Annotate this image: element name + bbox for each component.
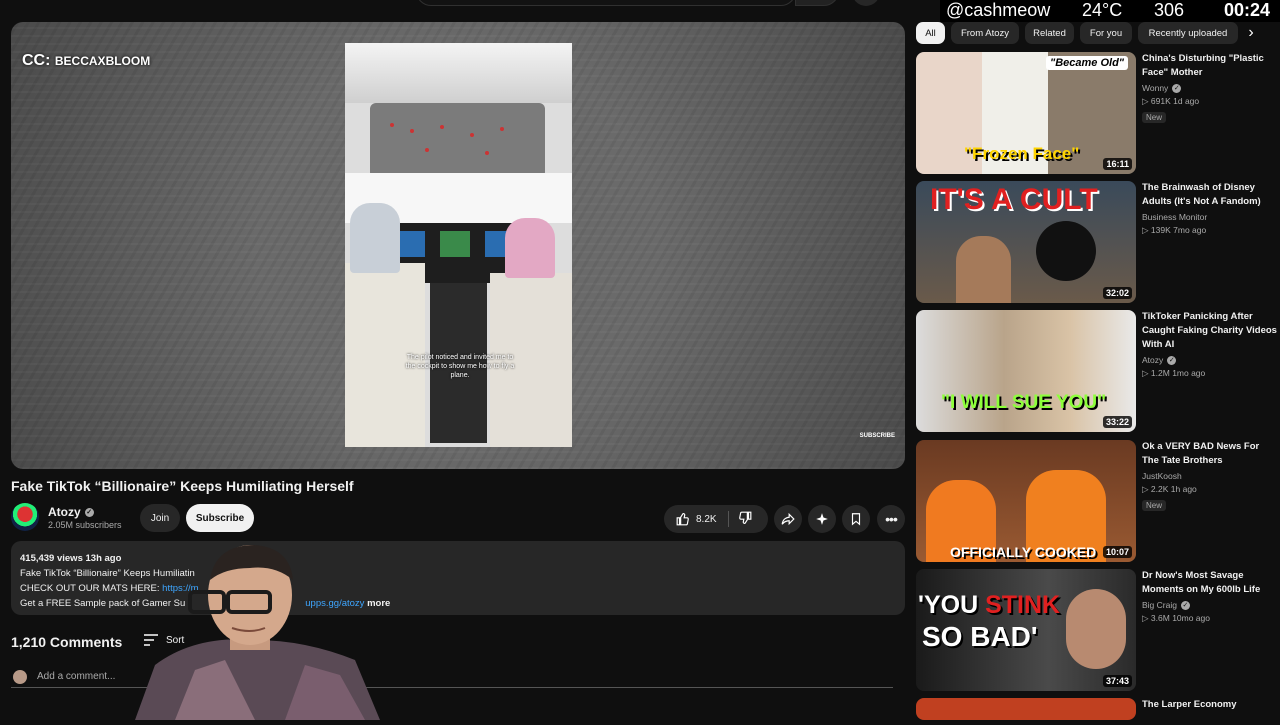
new-badge: New [1142, 112, 1167, 124]
recommendation-channel[interactable]: Big Craig ✓ [1142, 600, 1277, 611]
verified-icon: ✓ [1180, 601, 1190, 611]
recommendation-meta: ▷ 3.6M 10mo ago [1142, 613, 1210, 624]
search-button[interactable] [795, 0, 839, 6]
overlay-count: 306 [1154, 0, 1185, 20]
more-actions-button[interactable]: ••• [877, 505, 905, 533]
video-thumbnail[interactable]: "Became Old" "Frozen Face" 16:11 [916, 52, 1136, 174]
save-button[interactable] [842, 505, 870, 533]
recommendation-meta: ▷ 139K 7mo ago [1142, 225, 1207, 235]
recommendation-title[interactable]: Dr Now's Most Savage Moments on My 600lb… [1142, 569, 1277, 597]
masthead [0, 0, 910, 10]
subscribe-button[interactable]: Subscribe [186, 504, 254, 532]
thumbs-down-icon [739, 511, 752, 524]
recommendation-title[interactable]: The Brainwash of Disney Adults (It's Not… [1142, 181, 1277, 209]
channel-name[interactable]: Atozy ✓ [48, 505, 94, 519]
chevron-right-icon[interactable]: › [1244, 22, 1258, 44]
share-icon [781, 512, 795, 526]
video-thumbnail[interactable] [916, 698, 1136, 720]
recommendation-meta: ▷ 2.2K 1h ago [1142, 484, 1197, 494]
verified-icon: ✓ [1172, 84, 1182, 94]
recommendation-item[interactable]: "Became Old" "Frozen Face" 16:11 China's… [916, 52, 1280, 174]
chip-from-atozy[interactable]: From Atozy [951, 22, 1019, 44]
recommendation-item[interactable]: "I WILL SUE YOU" 33:22 TikToker Panickin… [916, 310, 1280, 432]
recommendation-item[interactable]: 'YOU STINK SO BAD' 37:43 Dr Now's Most S… [916, 569, 1280, 691]
recommendation-title[interactable]: China's Disturbing "Plastic Face" Mother [1142, 52, 1277, 80]
duration-badge: 10:07 [1102, 546, 1132, 558]
recommendation-channel[interactable]: Business Monitor [1142, 212, 1277, 222]
recommendation-channel[interactable]: Atozy ✓ [1142, 355, 1277, 366]
chip-for-you[interactable]: For you [1080, 22, 1132, 44]
overlay-time: 00:24 [1224, 0, 1271, 20]
chip-related[interactable]: Related [1025, 22, 1074, 44]
comments-count: 1,210 Comments [11, 634, 123, 650]
search-input[interactable] [416, 0, 796, 6]
video-thumbnail[interactable]: "I WILL SUE YOU" 33:22 [916, 310, 1136, 432]
join-button[interactable]: Join [140, 504, 180, 532]
video-thumbnail[interactable]: OFFICIALLY COOKED 10:07 [916, 440, 1136, 562]
new-badge: New [1142, 500, 1167, 511]
duration-badge: 33:22 [1102, 416, 1132, 428]
verified-icon: ✓ [84, 508, 94, 518]
duration-badge: 37:43 [1102, 675, 1132, 687]
subscriber-count: 2.05M subscribers [48, 520, 122, 530]
share-button[interactable] [774, 505, 802, 533]
video-frame: The pilot noticed and invited me to the … [345, 43, 572, 447]
stream-overlay: @cashmeow 24°C 306 00:24 [940, 0, 1280, 22]
recommendation-meta: ▷ 691K 1d ago [1142, 96, 1200, 107]
channel-avatar[interactable] [11, 503, 39, 531]
recommendation-item[interactable]: OFFICIALLY COOKED 10:07 Ok a VERY BAD Ne… [916, 440, 1280, 562]
video-player[interactable]: CC: BECCAXBLOOM The pilot noticed and in… [11, 22, 905, 469]
duration-badge: 32:02 [1102, 287, 1132, 299]
mic-icon[interactable] [852, 0, 880, 6]
video-thumbnail[interactable]: 'YOU STINK SO BAD' 37:43 [916, 569, 1136, 691]
chip-recently-uploaded[interactable]: Recently uploaded [1138, 22, 1238, 44]
recommendation-channel[interactable]: JustKoosh [1142, 471, 1277, 481]
recommendation-channel[interactable]: Wonny ✓ [1142, 83, 1277, 94]
video-title: Fake TikTok “Billionaire” Keeps Humiliat… [11, 478, 354, 494]
chip-all[interactable]: All [916, 22, 945, 44]
recommendation-meta: ▷ 1.2M 1mo ago [1142, 368, 1206, 379]
recommendation-item[interactable]: The Larper Economy [916, 698, 1280, 720]
user-avatar [13, 670, 27, 684]
filter-chips: All From Atozy Related For you Recently … [916, 22, 1280, 44]
recommendation-item[interactable]: IT'S A CULT 32:02 The Brainwash of Disne… [916, 181, 1280, 303]
duration-badge: 16:11 [1103, 158, 1132, 170]
video-caption: The pilot noticed and invited me to the … [405, 354, 515, 379]
more-icon: ••• [885, 511, 898, 527]
verified-icon: ✓ [1167, 356, 1177, 366]
thumbs-up-icon [676, 513, 689, 526]
subscribe-watermark: SUBSCRIBE [859, 433, 895, 439]
overhead-panel [370, 103, 545, 178]
webcam-overlay [135, 540, 380, 720]
ask-button[interactable] [808, 505, 836, 533]
overlay-handle: @cashmeow [946, 0, 1051, 20]
sparkle-icon [816, 513, 828, 525]
credit-label: CC: BECCAXBLOOM [22, 52, 151, 69]
like-button[interactable]: 8.2K [676, 511, 728, 527]
bookmark-icon [851, 513, 861, 526]
dislike-button[interactable] [738, 511, 758, 527]
like-dislike-group: 8.2K [664, 505, 768, 533]
recommendation-title[interactable]: TikToker Panicking After Caught Faking C… [1142, 310, 1277, 352]
like-count: 8.2K [696, 513, 717, 525]
recommendation-title[interactable]: Ok a VERY BAD News For The Tate Brothers [1142, 440, 1277, 468]
recommendation-title[interactable]: The Larper Economy [1142, 698, 1277, 712]
video-thumbnail[interactable]: IT'S A CULT 32:02 [916, 181, 1136, 303]
overlay-temperature: 24°C [1082, 0, 1123, 20]
